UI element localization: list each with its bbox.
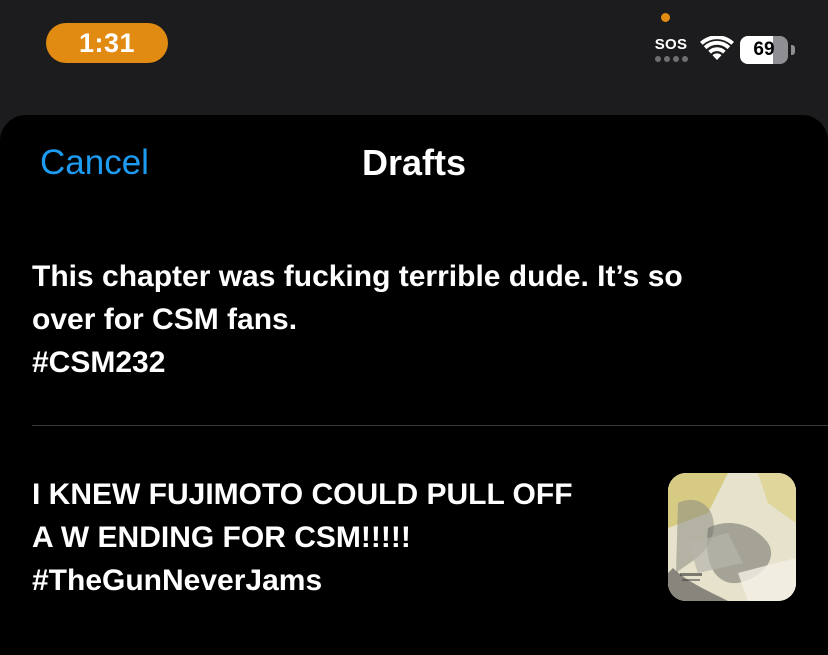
manga-panel-image	[668, 473, 796, 601]
signal-dots-icon	[655, 56, 688, 62]
wifi-icon	[700, 36, 734, 60]
sheet-title: Drafts	[361, 142, 467, 183]
cancel-button[interactable]: Cancel	[40, 143, 149, 183]
battery-level: 69	[753, 39, 775, 60]
sos-indicator: SOS	[652, 36, 690, 64]
clock-time: 1:31	[78, 27, 136, 58]
drafts-sheet: Cancel Drafts This chapter was fucking t…	[0, 115, 828, 655]
divider	[32, 425, 828, 426]
battery-nub	[791, 45, 795, 55]
draft-text: I KNEW FUJIMOTO COULD PULL OFF A W ENDIN…	[32, 478, 573, 597]
privacy-dot-icon	[661, 13, 670, 22]
status-bar: 1:31 SOS 69	[0, 0, 828, 100]
sos-label: SOS	[654, 36, 688, 53]
draft-text: This chapter was fucking terrible dude. …	[32, 260, 683, 379]
draft-item[interactable]: I KNEW FUJIMOTO COULD PULL OFF A W ENDIN…	[32, 473, 828, 602]
time-pill[interactable]: 1:31	[46, 23, 168, 63]
sheet-header: Cancel Drafts	[0, 115, 828, 210]
draft-thumbnail[interactable]	[668, 473, 796, 601]
draft-item[interactable]: This chapter was fucking terrible dude. …	[32, 255, 828, 384]
battery-body: 69	[740, 36, 788, 64]
battery-icon: 69	[740, 36, 796, 64]
